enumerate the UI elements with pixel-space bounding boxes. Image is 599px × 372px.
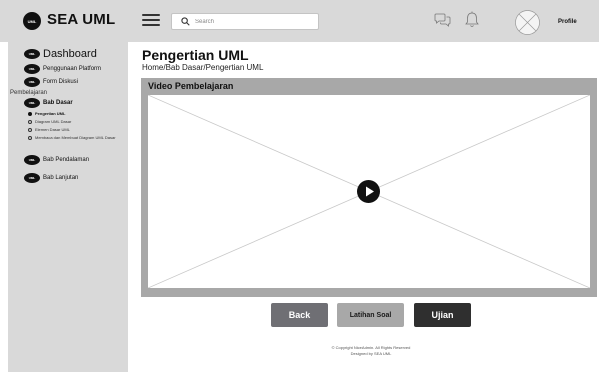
sidebar-subitem-label: Pengertian UML: [35, 111, 66, 116]
search-icon: [181, 17, 190, 26]
page-title: Pengertian UML: [142, 47, 249, 63]
profile-link[interactable]: Profile: [558, 19, 577, 25]
footer: © Copyright NiceAdmin. All Rights Reserv…: [271, 345, 471, 357]
video-panel: Video Pembelajaran: [141, 78, 597, 297]
video-section-header: Video Pembelajaran: [148, 81, 234, 91]
play-icon: [366, 186, 374, 197]
uml-badge-icon: UML: [24, 64, 40, 74]
search-bar[interactable]: [171, 13, 319, 30]
ujian-button[interactable]: Ujian: [414, 303, 471, 327]
app-title[interactable]: SEA UML: [47, 11, 115, 28]
radio-dot-icon: [28, 111, 32, 116]
uml-badge-icon: UML: [24, 77, 40, 87]
sidebar-subitem-label: Membaca dan Membuat Diagram UML Dasar: [35, 135, 116, 140]
footer-credit: Designed by SEA UML: [350, 351, 392, 356]
uml-badge-icon: UML: [24, 49, 40, 59]
radio-dot-icon: [28, 119, 32, 124]
sidebar-item-label: Dashboard: [43, 48, 97, 60]
sidebar-item-label: Bab Lanjutan: [43, 175, 79, 181]
radio-dot-icon: [28, 135, 32, 140]
sidebar-item-penggunaan-platform[interactable]: UML Penggunaan Platform: [24, 64, 101, 74]
sidebar-item-bab-lanjutan[interactable]: UML Bab Lanjutan: [24, 173, 78, 183]
uml-badge-icon: UML: [24, 155, 40, 165]
breadcrumb[interactable]: Home/Bab Dasar/Pengertian UML: [142, 63, 263, 72]
sidebar-subitem-diagram-uml-dasar[interactable]: Diagram UML Dasar: [28, 119, 71, 124]
sidebar-item-label: Bab Pendalaman: [43, 157, 90, 163]
section-label-pembelajaran: Pembelajaran: [10, 90, 48, 96]
sidebar-item-dashboard[interactable]: UML Dashboard: [24, 48, 97, 60]
avatar-placeholder-icon[interactable]: [515, 10, 540, 35]
sidebar-item-bab-pendalaman[interactable]: UML Bab Pendalaman: [24, 155, 89, 165]
sidebar: UML Dashboard UML Penggunaan Platform UM…: [8, 42, 128, 372]
sidebar-subitem-label: Elemen Dasar UML: [35, 127, 70, 132]
uml-badge-icon: UML: [24, 98, 40, 108]
radio-dot-icon: [28, 127, 32, 132]
sidebar-subitem-label: Diagram UML Dasar: [35, 119, 72, 124]
hamburger-icon[interactable]: [142, 14, 160, 26]
sidebar-item-form-diskusi[interactable]: UML Form Diskusi: [24, 77, 78, 87]
sidebar-subitem-elemen-dasar-uml[interactable]: Elemen Dasar UML: [28, 127, 70, 132]
sidebar-subitem-pengertian-uml[interactable]: Pengertian UML: [28, 111, 65, 116]
uml-logo-icon[interactable]: UML: [23, 12, 41, 30]
latihan-soal-button[interactable]: Latihan Soal: [337, 303, 404, 327]
sidebar-item-label: Form Diskusi: [43, 79, 79, 85]
uml-badge-icon: UML: [24, 173, 40, 183]
sidebar-item-label: Penggunaan Platform: [43, 66, 102, 72]
sidebar-item-bab-dasar[interactable]: UML Bab Dasar: [24, 98, 73, 108]
chat-icon[interactable]: [434, 13, 451, 27]
top-bar: UML SEA UML Profile: [0, 0, 599, 42]
sidebar-item-label: Bab Dasar: [43, 100, 73, 106]
bell-icon[interactable]: [465, 11, 479, 28]
sidebar-subitem-membaca-membuat-diagram[interactable]: Membaca dan Membuat Diagram UML Dasar: [28, 135, 124, 140]
play-button[interactable]: [357, 180, 380, 203]
video-player[interactable]: [148, 95, 590, 288]
back-button[interactable]: Back: [271, 303, 328, 327]
search-input[interactable]: [195, 15, 313, 28]
